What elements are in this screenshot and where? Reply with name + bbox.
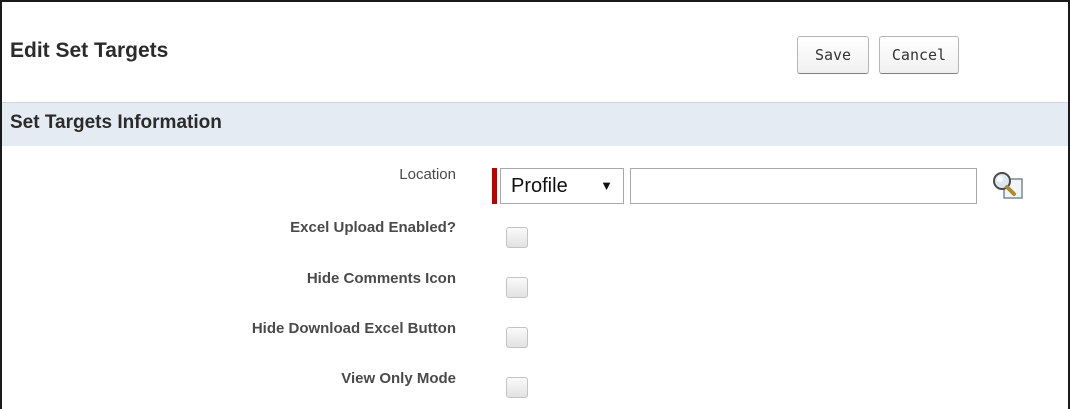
section-title: Set Targets Information bbox=[10, 112, 222, 133]
excel-upload-checkbox[interactable] bbox=[506, 227, 528, 248]
view-only-label: View Only Mode bbox=[341, 370, 456, 387]
location-input[interactable] bbox=[630, 168, 977, 204]
dropdown-arrow-icon: ▼ bbox=[600, 178, 613, 193]
page-header: Edit Set Targets Save Cancel bbox=[2, 2, 1068, 102]
edit-page: Edit Set Targets Save Cancel Set Targets… bbox=[0, 0, 1070, 409]
location-type-value: Profile bbox=[511, 175, 568, 197]
required-indicator bbox=[492, 168, 497, 204]
hide-download-label: Hide Download Excel Button bbox=[251, 320, 456, 337]
page-title: Edit Set Targets bbox=[10, 39, 169, 62]
section-header: Set Targets Information bbox=[2, 102, 1068, 146]
hide-comments-checkbox[interactable] bbox=[506, 277, 528, 298]
hide-comments-label: Hide Comments Icon bbox=[306, 270, 456, 287]
cancel-button[interactable]: Cancel bbox=[879, 36, 959, 74]
location-type-select[interactable]: Profile ▼ bbox=[500, 168, 624, 204]
view-only-checkbox[interactable] bbox=[506, 377, 528, 398]
save-button[interactable]: Save bbox=[797, 36, 869, 74]
hide-download-checkbox[interactable] bbox=[506, 327, 528, 348]
location-label: Location bbox=[399, 166, 456, 183]
excel-upload-label: Excel Upload Enabled? bbox=[290, 219, 456, 236]
magnifier-lookup-icon[interactable] bbox=[990, 170, 1024, 200]
